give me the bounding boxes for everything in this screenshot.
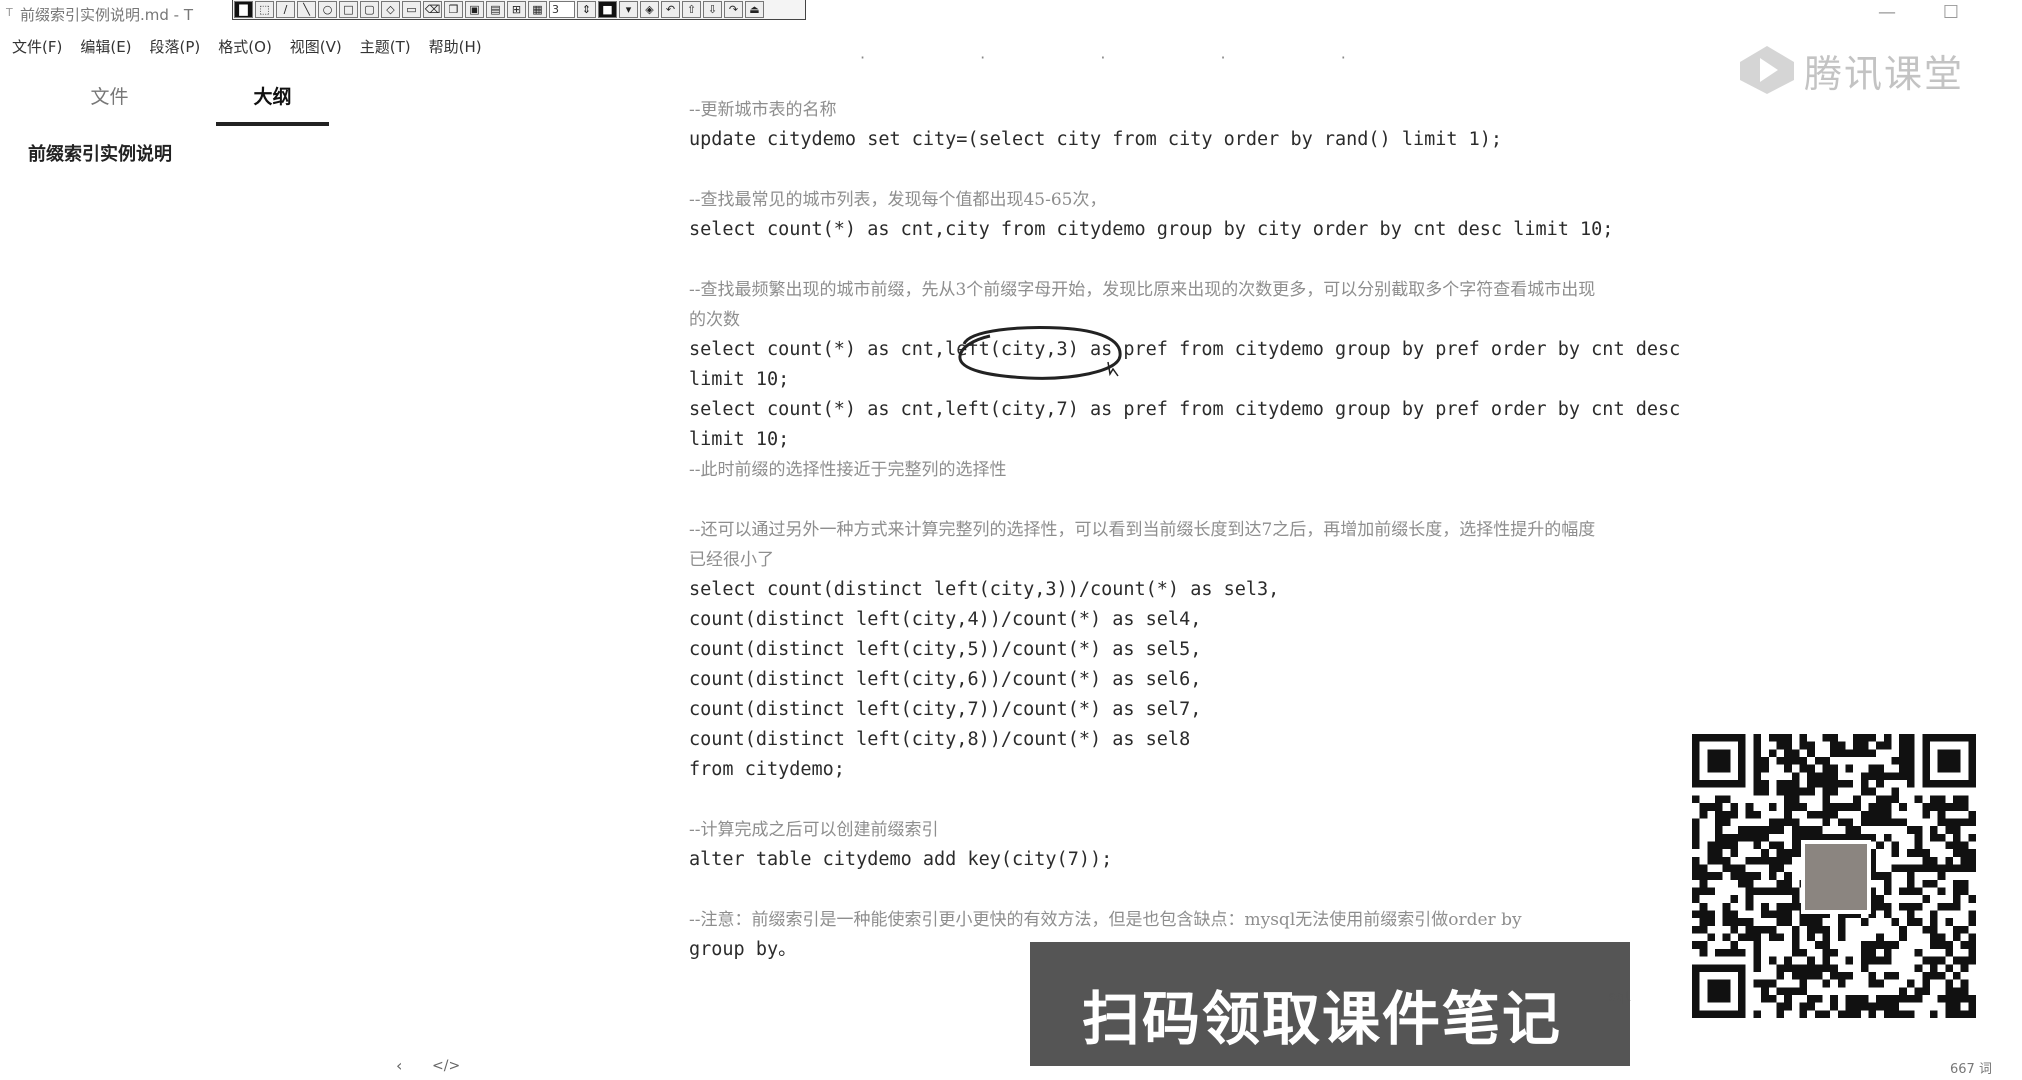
comment-line: --更新城市表的名称 [689, 100, 837, 120]
open-folder-icon[interactable]: ⊞ [507, 1, 526, 18]
comment-line: --注意：前缀索引是一种能使索引更小更快的有效方法，但是也包含缺点：mysql无… [689, 910, 1522, 930]
code-line: update citydemo set city=(select city fr… [689, 129, 1503, 150]
fill-tool-icon[interactable]: ◇ [381, 1, 400, 18]
code-line: select count(*) as cnt,city from citydem… [689, 219, 1614, 240]
source-mode-icon[interactable]: </> [432, 1058, 460, 1074]
code-language-label[interactable]: sql [1608, 990, 1631, 1005]
maximize-button[interactable]: ☐ [1934, 2, 1968, 24]
color-swatch-icon[interactable]: ■ [598, 1, 617, 18]
menu-view[interactable]: 视图(V) [278, 34, 348, 60]
undo-icon[interactable]: ↶ [661, 1, 680, 18]
code-line: from citydemo; [689, 759, 845, 780]
comment-line: --还可以通过另外一种方式来计算完整列的选择性，可以看到当前缀长度到达7之后，再… [689, 520, 1596, 540]
tab-files[interactable]: 文件 [53, 82, 166, 122]
menu-bar: 文件(F) 编辑(E) 段落(P) 格式(O) 视图(V) 主题(T) 帮助(H… [0, 34, 488, 60]
code-line: count(distinct left(city,6))/count(*) as… [689, 669, 1202, 690]
sidebar: 文件 大纲 前缀索引实例说明 [0, 64, 420, 1080]
promo-text: 扫码领取课件笔记 [1082, 985, 1563, 1053]
menu-help[interactable]: 帮助(H) [417, 34, 488, 60]
rectangle-tool-icon[interactable]: □ [339, 1, 358, 18]
comment-line: 已经很小了 [689, 550, 774, 570]
collapse-sidebar-icon[interactable]: ‹ [396, 1056, 402, 1075]
down-arrow-icon[interactable]: ⇩ [703, 1, 722, 18]
redo-icon[interactable]: ↷ [724, 1, 743, 18]
code-line: select count(*) as cnt,left(city,3) as p… [689, 339, 1681, 360]
editor-code-block[interactable]: --更新城市表的名称 update citydemo set city=(sele… [689, 95, 1739, 965]
eraser-icon[interactable]: ⌫ [423, 1, 442, 18]
code-line: count(distinct left(city,5))/count(*) as… [689, 639, 1202, 660]
rounded-rect-tool-icon[interactable]: ▢ [360, 1, 379, 18]
code-line: limit 10; [689, 429, 790, 450]
code-line: select count(distinct left(city,3))/coun… [689, 579, 1280, 600]
comment-line: --此时前缀的选择性接近于完整列的选择性 [689, 460, 1007, 480]
comment-line: 的次数 [689, 310, 740, 330]
comment-line: --查找最常见的城市列表，发现每个值都出现45-65次， [689, 190, 1107, 210]
comment-line: --查找最频繁出现的城市前缀，先从3个前缀字母开始，发现比原来出现的次数更多，可… [689, 280, 1596, 300]
watermark: 腾讯课堂 [1738, 40, 1964, 100]
code-line: count(distinct left(city,8))/count(*) as… [689, 729, 1191, 750]
save-icon[interactable]: ▤ [486, 1, 505, 18]
grid-icon[interactable]: ▦ [528, 1, 547, 18]
play-logo-icon [1738, 44, 1796, 96]
window-title: 前缀索引实例说明.md - T [20, 6, 194, 24]
watermark-text: 腾讯课堂 [1804, 51, 1965, 96]
word-count: 667 词 [1950, 1062, 1992, 1077]
menu-format[interactable]: 格式(O) [206, 34, 278, 60]
outline-item[interactable]: 前缀索引实例说明 [28, 140, 172, 166]
clear-icon[interactable]: ◈ [640, 1, 659, 18]
dropdown-arrow-icon[interactable]: ▾ [619, 1, 638, 18]
code-line: alter table citydemo add key(city(7)); [689, 849, 1113, 870]
line-tool-icon[interactable]: ╲ [297, 1, 316, 18]
pencil-icon[interactable]: ∕ [276, 1, 295, 18]
copy-icon[interactable]: ❐ [444, 1, 463, 18]
minimize-button[interactable]: — [1870, 2, 1904, 24]
menu-edit[interactable]: 编辑(E) [68, 34, 137, 60]
promo-banner: 扫码领取课件笔记 [1030, 942, 1630, 1066]
exit-icon[interactable]: ⏏ [745, 1, 764, 18]
ellipse-tool-icon[interactable]: ○ [318, 1, 337, 18]
code-line: limit 10; [689, 369, 790, 390]
line-width-field[interactable]: 3 [549, 1, 575, 18]
menu-paragraph[interactable]: 段落(P) [138, 34, 207, 60]
code-line: count(distinct left(city,7))/count(*) as… [689, 699, 1202, 720]
menu-theme[interactable]: 主题(T) [348, 34, 417, 60]
menu-file[interactable]: 文件(F) [0, 34, 68, 60]
pen-annotation-circle [958, 326, 1122, 380]
frame-tool-icon[interactable]: ▭ [402, 1, 421, 18]
app-icon: T [6, 6, 13, 19]
code-line: select count(*) as cnt,left(city,7) as p… [689, 399, 1681, 420]
comment-line: --计算完成之后可以创建前缀索引 [689, 820, 939, 840]
pen-tool-icon[interactable]: ▇ [234, 1, 253, 18]
scrolled-heading-fragment: · · · · · [860, 48, 1401, 67]
drawing-toolbar: ▇ ⬚ ∕ ╲ ○ □ ▢ ◇ ▭ ⌫ ❐ ▣ ▤ ⊞ ▦ 3 ⇕ ■ ▾ ◈ … [232, 0, 806, 20]
screen-icon[interactable]: ▣ [465, 1, 484, 18]
tab-outline[interactable]: 大纲 [216, 82, 329, 126]
select-tool-icon[interactable]: ⬚ [255, 1, 274, 18]
avatar [1801, 840, 1871, 914]
up-arrow-icon[interactable]: ⇧ [682, 1, 701, 18]
spinner-icon[interactable]: ⇕ [577, 1, 596, 18]
code-line: count(distinct left(city,4))/count(*) as… [689, 609, 1202, 630]
